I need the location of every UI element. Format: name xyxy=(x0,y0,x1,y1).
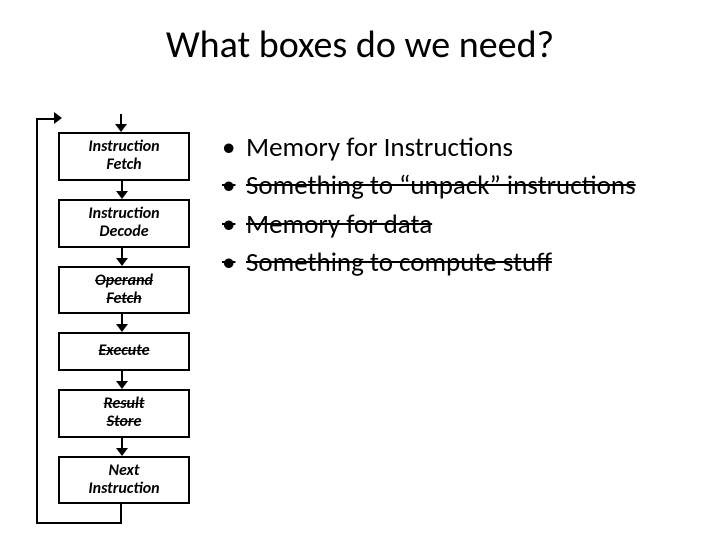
feedback-line xyxy=(120,504,122,524)
slide-title: What boxes do we need? xyxy=(0,22,720,68)
stage-label: Operand xyxy=(95,271,153,290)
stage-box: Result Store xyxy=(58,389,190,438)
stage-label: Instruction xyxy=(88,204,159,223)
stage-label: Fetch xyxy=(106,155,141,174)
bullet-icon: • xyxy=(222,130,235,166)
feedback-line xyxy=(36,522,122,524)
stage-box: Next Instruction xyxy=(58,456,190,505)
stage-label: Result xyxy=(104,394,145,413)
bullet-item: • Something to compute stuff xyxy=(220,245,680,281)
bullet-text: Memory for data xyxy=(246,208,432,241)
stage-label: Next xyxy=(109,461,140,480)
stage-label: Execute xyxy=(99,341,150,360)
stage-box: Execute xyxy=(58,332,190,370)
bullet-item: • Memory for data xyxy=(220,207,680,243)
bullet-icon: • xyxy=(222,168,235,204)
bullet-text: Something to “unpack” instructions xyxy=(246,169,636,202)
stage-box: Instruction Fetch xyxy=(58,132,190,181)
stage-box: Operand Fetch xyxy=(58,266,190,315)
stage-label: Decode xyxy=(99,222,148,241)
stage-label: Instruction xyxy=(88,137,159,156)
stage-label: Store xyxy=(107,412,142,431)
bullet-icon: • xyxy=(222,207,235,243)
bullet-list: • Memory for Instructions • Something to… xyxy=(220,130,680,284)
bullet-item: • Memory for Instructions xyxy=(220,130,680,166)
bullet-item: • Something to “unpack” instructions xyxy=(220,168,680,204)
slide: What boxes do we need? Instruction Fetch… xyxy=(0,0,720,540)
stage-label: Instruction xyxy=(88,479,159,498)
bullet-text: Memory for Instructions xyxy=(246,131,513,164)
stage-box: Instruction Decode xyxy=(58,199,190,248)
bullet-text: Something to compute stuff xyxy=(246,246,552,279)
stage-label: Fetch xyxy=(106,289,141,308)
bullet-icon: • xyxy=(222,245,235,281)
flow-diagram: Instruction Fetch Instruction Decode Ope… xyxy=(32,118,192,504)
